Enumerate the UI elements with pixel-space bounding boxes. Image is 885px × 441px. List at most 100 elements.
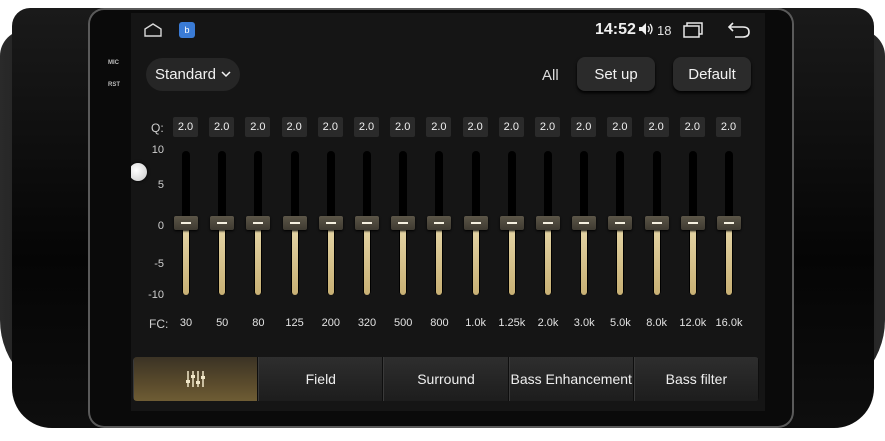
eq-slider-knob[interactable] — [572, 216, 597, 230]
eq-slider-fill — [436, 223, 443, 295]
q-value[interactable]: 2.0 — [390, 117, 416, 137]
q-value[interactable]: 2.0 — [245, 117, 271, 137]
q-value[interactable]: 2.0 — [535, 117, 560, 137]
eq-slider-knob[interactable] — [246, 216, 271, 230]
q-value[interactable]: 2.0 — [426, 117, 452, 137]
eq-slider-knob[interactable] — [536, 216, 560, 230]
home-icon[interactable] — [143, 23, 163, 37]
q-value[interactable]: 2.0 — [679, 117, 705, 137]
eq-slider-fill — [689, 223, 696, 295]
eq-slider-knob[interactable] — [608, 216, 633, 230]
rst-label: RST — [108, 82, 120, 88]
eq-slider-knob[interactable] — [680, 216, 705, 230]
equalizer-icon — [185, 371, 205, 387]
q-value[interactable]: 2.0 — [317, 117, 343, 137]
q-value[interactable]: 2.0 — [173, 117, 198, 137]
tab-bass-filter[interactable]: Bass filter — [633, 357, 759, 401]
eq-band: 2.0 12.0k — [678, 117, 708, 347]
eq-slider-fill — [255, 223, 262, 295]
eq-slider-knob[interactable] — [427, 216, 452, 230]
preset-label: Standard — [155, 66, 216, 83]
knob-grip-line — [579, 222, 590, 224]
eq-band: 2.0 1.0k — [461, 117, 491, 347]
status-bar: b 14:52 18 — [131, 13, 765, 47]
eq-slider-fill — [508, 223, 515, 295]
knob-grip-line — [398, 222, 409, 224]
eq-slider-knob[interactable] — [282, 216, 307, 230]
eq-tab-bar: Field Surround Bass Enhancement Bass fil… — [133, 357, 759, 401]
knob-grip-line — [181, 222, 191, 224]
q-value[interactable]: 2.0 — [281, 117, 307, 137]
eq-band: 2.0 50 — [207, 117, 237, 347]
eq-slider-knob[interactable] — [644, 216, 669, 230]
setup-button[interactable]: Set up — [577, 57, 655, 91]
q-value[interactable]: 2.0 — [498, 117, 524, 137]
scale-label-minus5: -5 — [154, 258, 164, 270]
eq-slider-knob[interactable] — [463, 216, 488, 230]
knob-grip-line — [362, 222, 372, 224]
preset-dropdown[interactable]: Standard — [146, 58, 240, 91]
scale-label-5: 5 — [157, 179, 164, 191]
q-value[interactable]: 2.0 — [607, 117, 633, 137]
eq-band: 2.0 30 — [171, 117, 201, 347]
knob-grip-line — [506, 222, 517, 224]
eq-slider-fill — [617, 223, 624, 295]
eq-slider-knob[interactable] — [318, 216, 343, 230]
back-icon[interactable] — [727, 21, 751, 39]
eq-slider-knob[interactable] — [391, 216, 416, 230]
knob-grip-line — [470, 222, 481, 224]
eq-slider-fill — [472, 223, 479, 295]
tab-surround[interactable]: Surround — [383, 357, 509, 401]
clock-time: 14:52 — [595, 21, 636, 38]
tab-bass-enhancement[interactable]: Bass Enhancement — [508, 357, 634, 401]
recent-apps-icon[interactable] — [683, 22, 703, 38]
mic-label: MIC — [108, 60, 119, 66]
eq-slider-knob[interactable] — [174, 216, 198, 230]
eq-band: 2.0 3.0k — [569, 117, 599, 347]
knob-grip-line — [543, 222, 553, 224]
scale-label-10: 10 — [151, 144, 164, 156]
scale-label-minus10: -10 — [148, 289, 164, 301]
knob-grip-line — [289, 222, 300, 224]
eq-slider-fill — [545, 223, 551, 295]
knob-grip-line — [434, 222, 445, 224]
q-value[interactable]: 2.0 — [354, 117, 379, 137]
eq-band: 2.0 80 — [243, 117, 273, 347]
chevron-down-icon — [221, 71, 231, 78]
eq-slider-knob[interactable] — [717, 216, 741, 230]
eq-slider-fill — [327, 223, 334, 295]
floating-assist-button[interactable] — [131, 163, 147, 181]
eq-slider-knob[interactable] — [210, 216, 235, 230]
eq-slider-fill — [400, 223, 407, 295]
eq-slider-fill — [364, 223, 370, 295]
all-toggle[interactable]: All — [542, 67, 559, 84]
tab-equalizer[interactable] — [133, 357, 259, 401]
eq-band: 2.0 1.25k — [497, 117, 527, 347]
eq-band: 2.0 800 — [424, 117, 454, 347]
eq-slider-knob[interactable] — [499, 216, 524, 230]
volume-icon[interactable] — [638, 21, 654, 37]
eq-slider-fill — [653, 223, 660, 295]
screen: b 14:52 18 Standard All Set up Default Q… — [131, 13, 765, 411]
knob-grip-line — [687, 222, 698, 224]
q-value[interactable]: 2.0 — [571, 117, 597, 137]
knob-grip-line — [651, 222, 662, 224]
eq-slider-fill — [219, 223, 226, 295]
q-value[interactable]: 2.0 — [716, 117, 741, 137]
eq-slider-fill — [291, 223, 298, 295]
q-value[interactable]: 2.0 — [643, 117, 669, 137]
eq-slider-fill — [183, 223, 189, 295]
eq-band: 2.0 320 — [352, 117, 382, 347]
eq-band: 2.0 2.0k — [533, 117, 563, 347]
eq-band: 2.0 16.0k — [714, 117, 744, 347]
eq-slider-fill — [581, 223, 588, 295]
volume-level: 18 — [657, 23, 672, 38]
tab-field[interactable]: Field — [258, 357, 384, 401]
default-button[interactable]: Default — [673, 57, 751, 91]
eq-slider-knob[interactable] — [355, 216, 379, 230]
q-value[interactable]: 2.0 — [209, 117, 235, 137]
eq-band: 2.0 500 — [388, 117, 418, 347]
fc-value: 16.0k — [715, 317, 743, 329]
app-icon[interactable]: b — [179, 22, 195, 38]
q-value[interactable]: 2.0 — [462, 117, 488, 137]
